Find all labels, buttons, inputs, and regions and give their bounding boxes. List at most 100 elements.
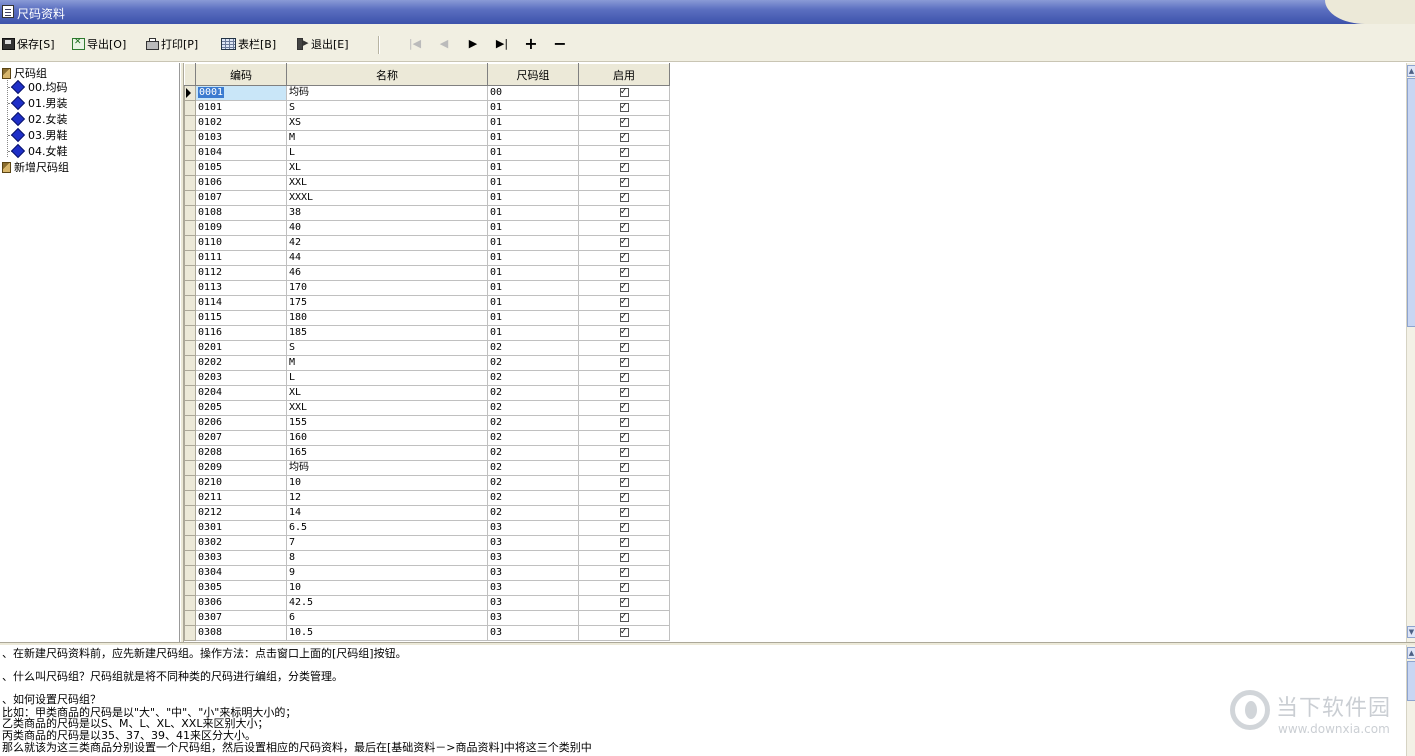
enabled-checkbox[interactable]	[619, 537, 629, 549]
cell-group[interactable]: 03	[487, 610, 579, 626]
cell-name[interactable]: L	[286, 370, 488, 386]
cell-code[interactable]: 0303	[195, 550, 287, 566]
row-indicator[interactable]	[184, 370, 196, 386]
enabled-checkbox[interactable]	[619, 402, 629, 414]
row-indicator[interactable]	[184, 325, 196, 341]
tree-item-03[interactable]: 03.男鞋	[10, 127, 68, 144]
cell-name[interactable]: XL	[286, 160, 488, 176]
cell-code[interactable]: 0115	[195, 310, 287, 326]
table-row[interactable]: 0305 10 03	[184, 580, 670, 596]
table-row[interactable]: 0108 38 01	[184, 205, 670, 221]
enabled-checkbox[interactable]	[619, 477, 629, 489]
table-row[interactable]: 0211 12 02	[184, 490, 670, 506]
cell-code[interactable]: 0306	[195, 595, 287, 611]
scroll-up-arrow-icon[interactable]: ▲	[1407, 65, 1415, 77]
cell-group[interactable]: 03	[487, 580, 579, 596]
cell-name[interactable]: XXXL	[286, 190, 488, 206]
cell-group[interactable]: 01	[487, 295, 579, 311]
row-indicator[interactable]	[184, 130, 196, 146]
cell-name[interactable]: 38	[286, 205, 488, 221]
enabled-checkbox[interactable]	[619, 582, 629, 594]
export-button[interactable]: 导出[O]	[72, 36, 126, 52]
cell-code[interactable]: 0110	[195, 235, 287, 251]
cell-group[interactable]: 01	[487, 325, 579, 341]
row-indicator[interactable]	[184, 610, 196, 626]
enabled-checkbox[interactable]	[619, 177, 629, 189]
cell-group[interactable]: 01	[487, 250, 579, 266]
cell-code[interactable]: 0211	[195, 490, 287, 506]
cell-group[interactable]: 02	[487, 430, 579, 446]
row-indicator[interactable]	[184, 445, 196, 461]
row-indicator[interactable]	[184, 115, 196, 131]
row-indicator[interactable]	[184, 265, 196, 281]
cell-name[interactable]: 44	[286, 250, 488, 266]
cell-group[interactable]: 03	[487, 520, 579, 536]
row-indicator[interactable]	[184, 490, 196, 506]
cell-name[interactable]: 170	[286, 280, 488, 296]
enabled-checkbox[interactable]	[619, 492, 629, 504]
cell-code[interactable]: 0305	[195, 580, 287, 596]
cell-name[interactable]: XXL	[286, 400, 488, 416]
table-row[interactable]: 0208 165 02	[184, 445, 670, 461]
row-indicator[interactable]	[184, 550, 196, 566]
cell-code[interactable]: 0208	[195, 445, 287, 461]
cell-group[interactable]: 01	[487, 265, 579, 281]
cell-group[interactable]: 03	[487, 625, 579, 641]
cell-code[interactable]: 0302	[195, 535, 287, 551]
cell-code[interactable]: 0112	[195, 265, 287, 281]
notes-vertical-scrollbar[interactable]: ▲	[1406, 645, 1415, 756]
row-indicator[interactable]	[184, 85, 196, 101]
cell-name[interactable]: 6	[286, 610, 488, 626]
cell-code[interactable]: 0212	[195, 505, 287, 521]
row-indicator[interactable]	[184, 475, 196, 491]
enabled-checkbox[interactable]	[619, 207, 629, 219]
delete-record-button[interactable]: −	[551, 34, 569, 54]
cell-code[interactable]: 0113	[195, 280, 287, 296]
table-row[interactable]: 0109 40 01	[184, 220, 670, 236]
enabled-checkbox[interactable]	[619, 552, 629, 564]
cell-code[interactable]: 0104	[195, 145, 287, 161]
cell-group[interactable]: 02	[487, 490, 579, 506]
enabled-checkbox[interactable]	[619, 102, 629, 114]
cell-code[interactable]: 0001	[195, 85, 287, 101]
table-row[interactable]: 0307 6 03	[184, 610, 670, 626]
row-indicator[interactable]	[184, 595, 196, 611]
row-indicator[interactable]	[184, 400, 196, 416]
tree-item-00[interactable]: 00.均码	[10, 79, 68, 96]
row-indicator[interactable]	[184, 160, 196, 176]
enabled-checkbox[interactable]	[619, 432, 629, 444]
enabled-checkbox[interactable]	[619, 147, 629, 159]
cell-name[interactable]: 165	[286, 445, 488, 461]
cell-name[interactable]: 10	[286, 475, 488, 491]
enabled-checkbox[interactable]	[619, 387, 629, 399]
cell-code[interactable]: 0102	[195, 115, 287, 131]
table-row[interactable]: 0304 9 03	[184, 565, 670, 581]
table-row[interactable]: 0104 L 01	[184, 145, 670, 161]
enabled-checkbox[interactable]	[619, 252, 629, 264]
table-row[interactable]: 0205 XXL 02	[184, 400, 670, 416]
cell-code[interactable]: 0209	[195, 460, 287, 476]
cell-group[interactable]: 01	[487, 100, 579, 116]
row-indicator[interactable]	[184, 355, 196, 371]
row-indicator[interactable]	[184, 295, 196, 311]
tree-item-01[interactable]: 01.男装	[10, 95, 68, 112]
notes-scroll-thumb[interactable]	[1407, 661, 1415, 701]
cell-name[interactable]: 7	[286, 535, 488, 551]
cell-code[interactable]: 0301	[195, 520, 287, 536]
tree-item-02[interactable]: 02.女装	[10, 111, 68, 128]
table-row[interactable]: 0308 10.5 03	[184, 625, 670, 641]
cell-code[interactable]: 0107	[195, 190, 287, 206]
row-indicator[interactable]	[184, 625, 196, 641]
cell-code[interactable]: 0307	[195, 610, 287, 626]
enabled-checkbox[interactable]	[619, 162, 629, 174]
row-indicator[interactable]	[184, 430, 196, 446]
cell-name[interactable]: 42	[286, 235, 488, 251]
cell-group[interactable]: 01	[487, 205, 579, 221]
enabled-checkbox[interactable]	[619, 342, 629, 354]
table-row[interactable]: 0116 185 01	[184, 325, 670, 341]
column-header-name[interactable]: 名称	[286, 63, 488, 86]
cell-code[interactable]: 0114	[195, 295, 287, 311]
row-indicator[interactable]	[184, 205, 196, 221]
cell-name[interactable]: 185	[286, 325, 488, 341]
table-row[interactable]: 0210 10 02	[184, 475, 670, 491]
